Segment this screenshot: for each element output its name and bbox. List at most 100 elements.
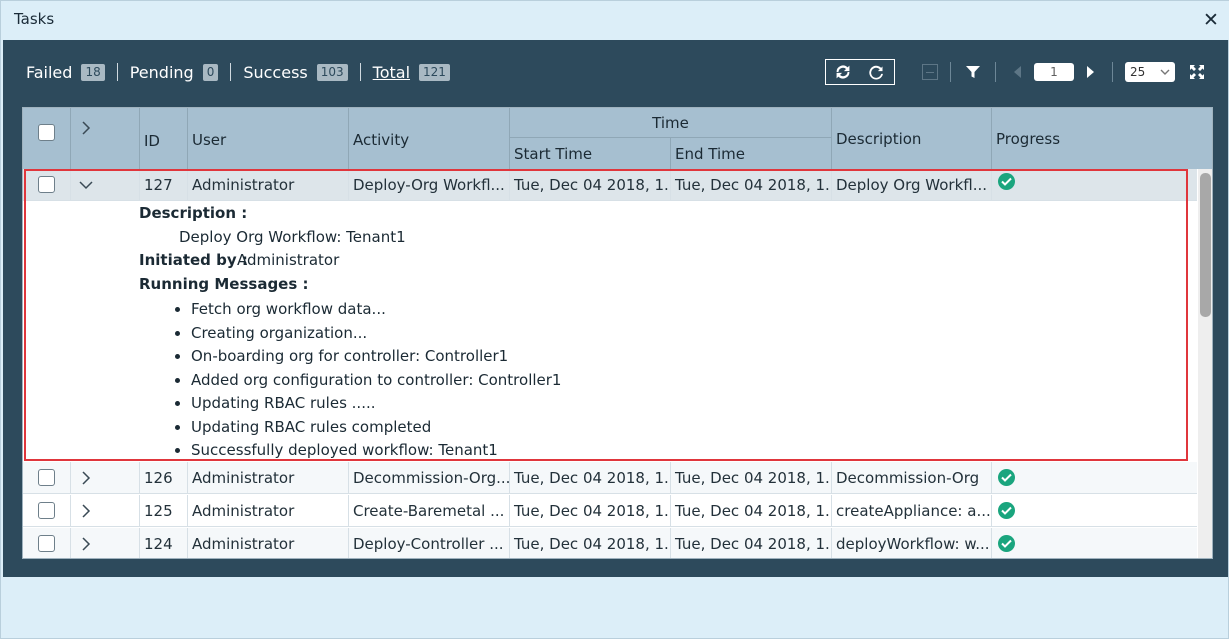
refresh-icon[interactable] [832, 61, 854, 83]
chevron-down-icon[interactable] [79, 178, 93, 192]
list-item: Updating RBAC rules ..... [173, 392, 561, 416]
table-row[interactable]: 127 Administrator Deploy-Org Workfl... T… [23, 169, 1197, 201]
row-select [23, 462, 71, 493]
header-start-time[interactable]: Start Time [510, 137, 671, 169]
cell-progress [992, 528, 1197, 558]
page-size-select[interactable]: 25 [1125, 62, 1175, 82]
row-expand [71, 169, 140, 200]
filter-icon[interactable] [963, 62, 983, 82]
cell-end-time: Tue, Dec 04 2018, 1... [671, 495, 832, 526]
close-icon[interactable]: ✕ [1201, 10, 1221, 30]
cell-description: createAppliance: a... [832, 495, 992, 526]
cell-progress [992, 169, 1197, 200]
header-progress[interactable]: Progress [992, 108, 1212, 169]
filter-total[interactable]: Total [373, 63, 410, 82]
expand-icon[interactable] [1187, 62, 1207, 82]
cell-end-time: Tue, Dec 04 2018, 1... [671, 462, 832, 493]
cell-id: 127 [140, 169, 188, 200]
header-expand [71, 108, 140, 169]
cell-start-time: Tue, Dec 04 2018, 1... [510, 462, 671, 493]
grid-header: ID User Activity Time Start Time End Tim… [23, 108, 1212, 169]
cell-user: Administrator [188, 495, 349, 526]
header-end-time[interactable]: End Time [671, 137, 832, 169]
divider [116, 63, 118, 81]
chevron-down-icon [1160, 69, 1170, 75]
list-item: Creating organization... [173, 322, 561, 346]
cell-user: Administrator [188, 528, 349, 558]
header-id[interactable]: ID [140, 108, 188, 169]
table-row[interactable]: 126 Administrator Decommission-Org... Tu… [23, 462, 1197, 494]
row-checkbox[interactable] [38, 176, 55, 193]
cell-end-time: Tue, Dec 04 2018, 1... [671, 528, 832, 558]
detail-messages-label: Running Messages : [139, 275, 309, 293]
cell-id: 124 [140, 528, 188, 558]
success-count-badge: 103 [316, 63, 348, 81]
title-bar: Tasks ✕ [1, 1, 1229, 40]
cell-id: 126 [140, 462, 188, 493]
header-activity[interactable]: Activity [349, 108, 510, 169]
failed-count-badge: 18 [81, 63, 105, 81]
cell-user: Administrator [188, 462, 349, 493]
page-size-value: 25 [1130, 65, 1146, 79]
cell-start-time: Tue, Dec 04 2018, 1... [510, 495, 671, 526]
header-select-all [23, 108, 71, 169]
divider [359, 63, 361, 81]
table-row[interactable]: 124 Administrator Deploy-Controller ... … [23, 528, 1197, 558]
cell-progress [992, 462, 1197, 493]
row-checkbox[interactable] [38, 469, 55, 486]
header-description[interactable]: Description [832, 108, 992, 169]
list-item: On-boarding org for controller: Controll… [173, 345, 561, 369]
page-number-input[interactable]: 1 [1034, 63, 1074, 81]
filter-pending[interactable]: Pending [130, 63, 194, 82]
row-detail-panel: Description : Deploy Org Workflow: Tenan… [23, 201, 1197, 462]
chevron-right-icon[interactable] [79, 470, 93, 485]
filter-failed[interactable]: Failed [26, 63, 72, 82]
cell-user: Administrator [188, 169, 349, 200]
divider [1112, 62, 1113, 82]
cell-end-time: Tue, Dec 04 2018, 1... [671, 169, 832, 200]
detail-initiated-label: Initiated by : [139, 251, 248, 269]
cell-activity: Deploy-Controller ... [349, 528, 510, 558]
cell-progress [992, 495, 1197, 526]
row-select [23, 169, 71, 200]
row-checkbox[interactable] [38, 502, 55, 519]
refresh-button[interactable] [825, 59, 895, 85]
chevron-right-icon[interactable] [79, 536, 93, 551]
cell-id: 125 [140, 495, 188, 526]
divider [950, 62, 951, 82]
header-user[interactable]: User [188, 108, 349, 169]
success-check-icon [998, 469, 1015, 486]
cell-activity: Deploy-Org Workfl... [349, 169, 510, 200]
cell-start-time: Tue, Dec 04 2018, 1... [510, 169, 671, 200]
cell-description: Decommission-Org [832, 462, 992, 493]
detail-description-value: Deploy Org Workflow: Tenant1 [179, 228, 406, 246]
detail-description-label: Description : [139, 204, 248, 222]
tasks-grid: ID User Activity Time Start Time End Tim… [22, 107, 1213, 559]
table-row[interactable]: 125 Administrator Create-Baremetal ... T… [23, 495, 1197, 527]
cell-start-time: Tue, Dec 04 2018, 1... [510, 528, 671, 558]
row-checkbox[interactable] [38, 535, 55, 552]
reload-icon[interactable] [866, 61, 888, 83]
chevron-right-icon[interactable] [79, 120, 93, 135]
tasks-window: Tasks ✕ Failed 18 Pending 0 Success 103 … [0, 0, 1229, 639]
row-expand [71, 462, 140, 493]
total-count-badge: 121 [419, 63, 450, 81]
vertical-scrollbar[interactable] [1198, 169, 1212, 558]
prev-icon [1008, 62, 1028, 82]
pending-count-badge: 0 [202, 63, 219, 81]
success-check-icon [998, 535, 1015, 552]
window-title: Tasks [14, 10, 55, 28]
filter-success[interactable]: Success [243, 63, 307, 82]
success-check-icon [998, 173, 1015, 190]
list-item: Added org configuration to controller: C… [173, 369, 561, 393]
cell-description: deployWorkflow: w... [832, 528, 992, 558]
success-check-icon [998, 502, 1015, 519]
cell-description: Deploy Org Workfl... [832, 169, 992, 200]
select-all-checkbox[interactable] [38, 124, 55, 141]
chevron-right-icon[interactable] [79, 503, 93, 518]
list-item: Fetch org workflow data... [173, 298, 561, 322]
list-item: Successfully deployed workflow: Tenant1 [173, 439, 561, 463]
row-expand [71, 495, 140, 526]
next-icon[interactable] [1080, 62, 1100, 82]
scrollbar-thumb[interactable] [1200, 173, 1211, 317]
